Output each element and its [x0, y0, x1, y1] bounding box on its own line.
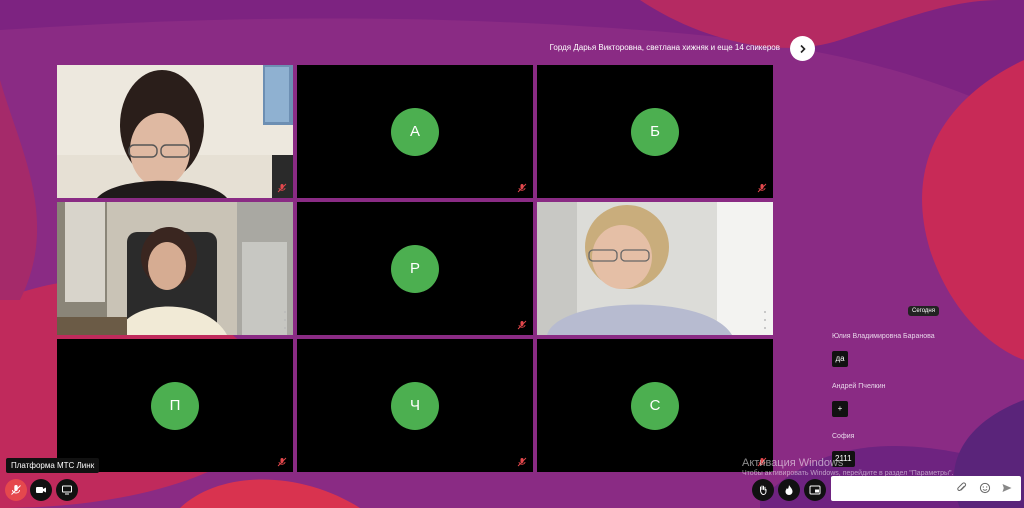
mic-off-icon	[277, 183, 287, 193]
next-speakers-button[interactable]	[790, 36, 815, 61]
layout-button[interactable]	[804, 479, 826, 501]
chat-message-text: 2111	[832, 451, 855, 467]
chat-message-text: да	[832, 351, 848, 367]
hand-icon	[760, 485, 767, 496]
camera-toggle-button[interactable]	[30, 479, 52, 501]
mic-off-icon	[11, 485, 21, 495]
participant-tile[interactable]: Р	[297, 202, 533, 335]
participant-avatar: Ч	[391, 381, 439, 430]
participant-video	[537, 202, 773, 335]
paperclip-icon[interactable]	[956, 482, 968, 494]
picture-in-picture-icon	[809, 485, 821, 495]
more-options-icon[interactable]	[763, 311, 767, 329]
chat-message-author: София	[832, 433, 855, 440]
participant-tile[interactable]: А	[297, 65, 533, 198]
participant-tile[interactable]	[57, 65, 293, 198]
emoji-icon[interactable]	[979, 482, 991, 494]
screen-share-icon	[62, 485, 72, 495]
mic-off-icon	[517, 457, 527, 467]
flame-icon	[785, 485, 793, 495]
platform-tooltip: Платформа МТС Линк	[6, 458, 100, 473]
mic-off-icon	[757, 183, 767, 193]
mic-off-icon	[277, 457, 287, 467]
mic-off-icon	[517, 320, 527, 330]
chat-message-author: Андрей Пчелкин	[832, 383, 886, 390]
participant-avatar: П	[151, 381, 199, 430]
screen-share-button[interactable]	[56, 479, 78, 501]
participant-avatar: Р	[391, 244, 439, 293]
chat-panel: Сегодня Юлия Владимировна Баранова да Ан…	[828, 300, 1024, 508]
participant-tile[interactable]: Ч	[297, 339, 533, 472]
chat-message-input[interactable]	[831, 476, 1021, 501]
participant-avatar: Б	[631, 107, 679, 156]
mic-off-icon	[757, 457, 767, 467]
chat-message-text: +	[832, 401, 848, 417]
chevron-right-icon	[799, 44, 806, 53]
participant-video	[57, 202, 293, 335]
mic-toggle-button[interactable]	[5, 479, 27, 501]
participant-video	[57, 65, 293, 198]
participant-tile[interactable]: С	[537, 339, 773, 472]
speakers-label: Гордя Дарья Викторовна, светлана хижняк …	[549, 43, 780, 52]
participant-avatar: С	[631, 381, 679, 430]
participants-grid: А Б Р П Ч С	[57, 65, 773, 472]
mic-off-icon	[517, 183, 527, 193]
video-camera-icon	[36, 487, 46, 493]
participant-avatar: А	[391, 107, 439, 156]
participant-tile[interactable]: П	[57, 339, 293, 472]
chat-message-author: Юлия Владимировна Баранова	[832, 333, 935, 340]
more-options-icon[interactable]	[283, 311, 287, 329]
reactions-button[interactable]	[778, 479, 800, 501]
raise-hand-button[interactable]	[752, 479, 774, 501]
send-icon[interactable]	[1001, 482, 1013, 494]
participant-tile[interactable]	[57, 202, 293, 335]
chat-date-label: Сегодня	[908, 306, 939, 316]
participant-tile[interactable]	[537, 202, 773, 335]
participant-tile[interactable]: Б	[537, 65, 773, 198]
